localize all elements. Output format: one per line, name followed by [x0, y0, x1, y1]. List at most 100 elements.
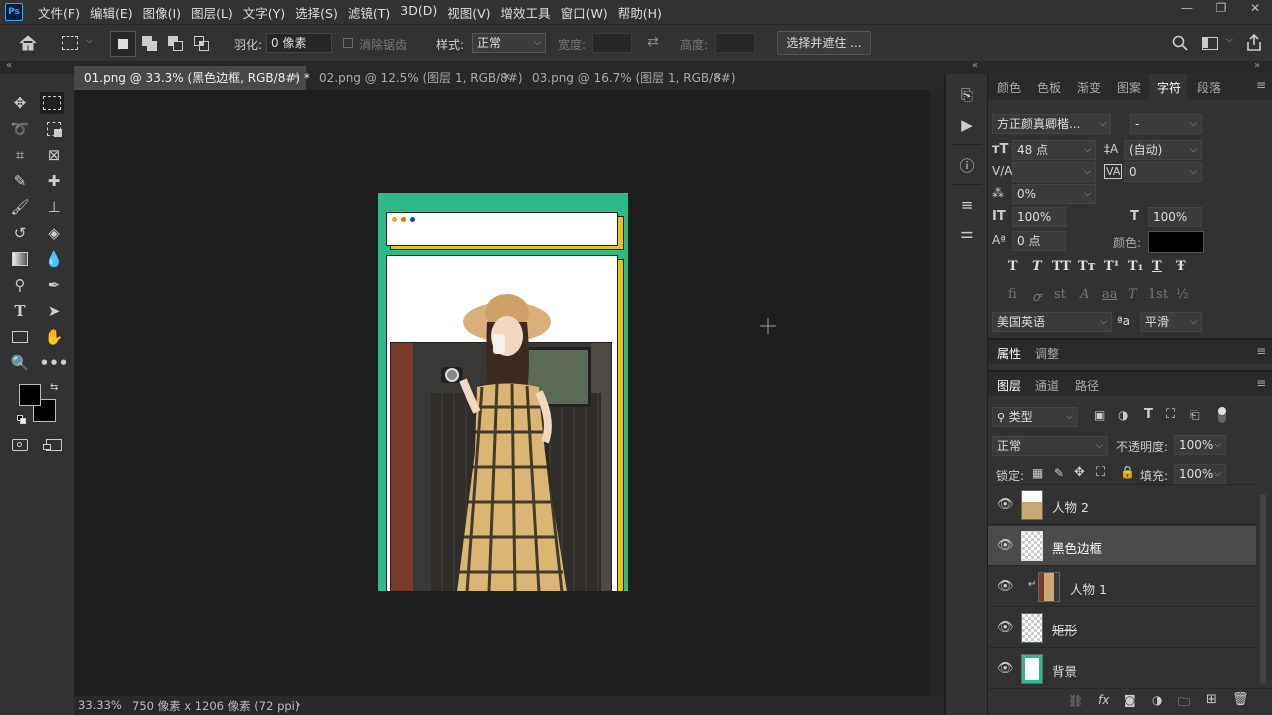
menu-3d[interactable]: 3D(D) [395, 3, 442, 22]
filter-toggle-icon[interactable] [1218, 407, 1226, 423]
brush-settings-icon[interactable]: ≡ [955, 194, 979, 216]
lock-image-icon[interactable]: ✎ [1054, 466, 1064, 480]
tab-swatches[interactable]: 色板 [1037, 79, 1061, 96]
collapse-right-icon[interactable]: » [1254, 60, 1260, 71]
new-adjustment-layer-icon[interactable]: ◑ [1152, 693, 1162, 707]
eye-visibility-icon[interactable]: 👁 [997, 538, 1014, 553]
eye-visibility-icon[interactable]: 👁 [997, 620, 1014, 635]
tab-adjustments[interactable]: 调整 [1035, 345, 1059, 362]
chevron-down-icon[interactable]: ⌵ [1226, 35, 1233, 45]
menu-view[interactable]: 视图(V) [442, 3, 495, 22]
vertical-scale-input[interactable]: 100% [1012, 207, 1066, 227]
adjustments-sliders-icon[interactable]: ⚌ [955, 222, 979, 244]
healing-brush-tool-icon[interactable]: ✚ [42, 170, 66, 192]
menu-help[interactable]: 帮助(H) [613, 3, 667, 22]
width-input[interactable] [592, 33, 632, 53]
antialias-checkbox[interactable] [343, 38, 353, 48]
fill-input[interactable]: 100% ⌵ [1174, 464, 1226, 484]
object-selection-tool-icon[interactable] [42, 118, 66, 140]
tracking-select[interactable]: 0 ⌵ [1124, 162, 1202, 182]
tab-channels[interactable]: 通道 [1035, 377, 1059, 394]
faux-italic-button[interactable]: T [1032, 259, 1042, 274]
eye-visibility-icon[interactable]: 👁 [997, 497, 1014, 512]
strikethrough-button[interactable]: Ŧ [1176, 259, 1186, 274]
baseline-shift-input[interactable]: 0 点 [1012, 231, 1066, 251]
search-icon[interactable] [1172, 35, 1188, 51]
layer-name[interactable]: 人物 2 [1052, 497, 1089, 516]
subtract-selection-icon[interactable] [168, 36, 184, 52]
chevron-down-icon[interactable]: ⌵ [86, 36, 93, 46]
document-canvas[interactable] [378, 193, 628, 595]
workspace-icon[interactable] [1202, 37, 1218, 50]
text-color-swatch[interactable] [1148, 231, 1204, 253]
collapse-right-icon[interactable]: « [972, 60, 978, 71]
tab-properties[interactable]: 属性 [997, 345, 1021, 362]
close-icon[interactable]: ✕ [714, 66, 722, 90]
home-icon[interactable] [18, 34, 38, 52]
filter-shape-icon[interactable]: ⛶ [1166, 407, 1175, 422]
filter-pixel-icon[interactable]: ▣ [1094, 408, 1105, 422]
move-tool-icon[interactable]: ✥ [8, 92, 32, 114]
layer-row-person-1[interactable]: 👁 ↵ 人物 1 [988, 567, 1256, 607]
all-caps-button[interactable]: TT [1052, 259, 1071, 274]
brush-tool-icon[interactable]: 🖌 [8, 196, 32, 218]
add-mask-icon[interactable]: ◙ [1124, 693, 1136, 707]
swash-button[interactable]: A [1080, 287, 1089, 302]
more-tools-icon[interactable]: ••• [40, 352, 69, 374]
tab-patterns[interactable]: 图案 [1117, 79, 1141, 96]
rectangle-tool-icon[interactable] [8, 326, 32, 348]
tab-02[interactable]: 02.png @ 12.5% (图层 1, RGB/8#) ✕ [309, 66, 523, 90]
stylistic-alternates-button[interactable]: aa [1102, 287, 1118, 302]
antialias-select[interactable]: 平滑 ⌵ [1140, 312, 1202, 332]
panel-menu-icon[interactable]: ≡ [1256, 78, 1266, 92]
dodge-tool-icon[interactable]: ⚲ [8, 274, 32, 296]
layer-row-rectangle[interactable]: 👁 矩形 [988, 608, 1256, 648]
menu-image[interactable]: 图像(I) [138, 3, 186, 22]
style-select[interactable]: 正常 ⌵ [472, 33, 546, 53]
new-layer-icon[interactable]: ⊞ [1206, 692, 1217, 707]
layer-name[interactable]: 矩形 [1052, 620, 1077, 639]
panel-menu-icon[interactable]: ≡ [1256, 376, 1266, 390]
screen-mode-icon[interactable] [42, 434, 66, 456]
menu-select[interactable]: 选择(S) [290, 3, 343, 22]
history-brush-tool-icon[interactable]: ↺ [8, 222, 32, 244]
info-panel-icon[interactable]: ⓘ [955, 154, 979, 176]
font-style-select[interactable]: - ⌵ [1130, 114, 1202, 134]
restore-button[interactable]: ❐ [1204, 0, 1238, 18]
leading-select[interactable]: (自动) ⌵ [1124, 140, 1202, 160]
lasso-tool-icon[interactable]: ➰ [8, 118, 32, 140]
tab-character[interactable]: 字符 [1157, 79, 1181, 96]
close-icon[interactable]: ✕ [503, 66, 511, 90]
quick-mask-icon[interactable] [8, 434, 32, 456]
filter-smart-object-icon[interactable]: ⎗ [1190, 408, 1200, 423]
eye-visibility-icon[interactable]: 👁 [997, 579, 1014, 594]
path-selection-tool-icon[interactable]: ➤ [42, 300, 66, 322]
tab-color[interactable]: 颜色 [997, 79, 1021, 96]
link-layers-icon[interactable]: ⛓ [1068, 694, 1083, 708]
small-caps-button[interactable]: Tт [1078, 259, 1096, 274]
history-panel-icon[interactable]: ⎘ [955, 84, 979, 106]
fractions-button[interactable]: ½ [1176, 287, 1189, 302]
discretionary-ligatures-button[interactable]: st [1054, 287, 1066, 302]
status-menu-arrow-icon[interactable]: › [296, 697, 301, 711]
clone-stamp-tool-icon[interactable]: ⊥ [42, 196, 66, 218]
zoom-level[interactable]: 33.33% [78, 698, 122, 712]
layers-scrollbar[interactable] [1260, 494, 1266, 684]
default-colors-icon[interactable] [17, 415, 27, 425]
layer-style-fx-icon[interactable]: fx [1098, 693, 1109, 707]
proportional-spacing-select[interactable]: 0% ⌵ [1012, 184, 1096, 204]
horizontal-scale-input[interactable]: 100% [1148, 207, 1202, 227]
tab-01[interactable]: 01.png @ 33.3% (黑色边框, RGB/8#) * ✕ [74, 66, 310, 90]
panel-menu-icon[interactable]: ≡ [1256, 344, 1266, 358]
menu-layer[interactable]: 图层(L) [186, 3, 238, 22]
superscript-button[interactable]: T¹ [1104, 259, 1119, 274]
tab-paragraph[interactable]: 段落 [1197, 79, 1221, 96]
swap-icon[interactable]: ⇄ [647, 34, 659, 50]
menu-plugins[interactable]: 增效工具 [496, 3, 556, 22]
foreground-color-swatch[interactable] [19, 384, 41, 406]
new-group-icon[interactable]: 🗀 [1178, 693, 1190, 714]
rectangular-marquee-tool-icon[interactable] [40, 92, 64, 114]
titling-button[interactable]: T [1128, 287, 1137, 302]
layer-row-black-border[interactable]: 👁 黑色边框 [988, 526, 1256, 566]
subscript-button[interactable]: T₁ [1128, 259, 1143, 274]
